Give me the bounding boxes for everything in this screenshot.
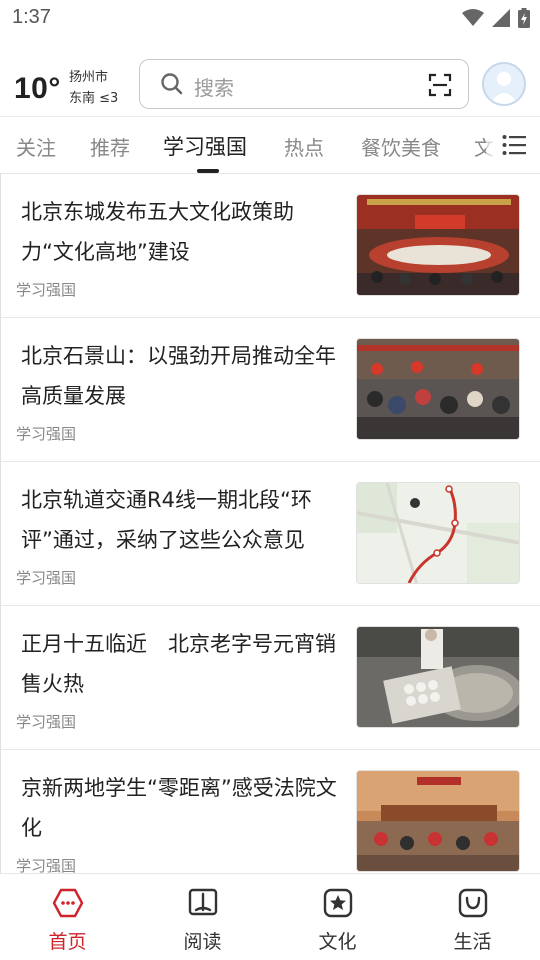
conference-hall-photo[interactable] — [356, 194, 520, 296]
search-icon — [161, 73, 183, 95]
news-source: 学习强国 — [16, 857, 77, 874]
news-item[interactable]: 北京石景山：以强劲开局推动全年高质量发展 学习强国 — [0, 318, 540, 462]
nav-culture[interactable]: 文化 — [270, 874, 405, 960]
news-title[interactable]: 北京东城发布五大文化政策助力“文化高地”建设 — [21, 192, 339, 272]
news-title[interactable]: 北京轨道交通R4线一期北段“环评”通过，采纳了这些公众意见 — [21, 480, 339, 560]
search-placeholder: 搜索 — [194, 76, 234, 100]
nav-home[interactable]: 首页 — [0, 874, 135, 960]
status-icons — [462, 8, 530, 28]
tab-tuijian[interactable]: 推荐 — [90, 132, 130, 161]
tab-redian[interactable]: 热点 — [284, 132, 324, 161]
tab-xuexiqiangguo[interactable]: 学习强国 — [163, 131, 247, 161]
tab-canyinmeishi[interactable]: 餐饮美食 — [361, 132, 441, 161]
news-item[interactable]: 正月十五临近 北京老字号元宵销售火热 学习强国 — [0, 606, 540, 750]
smile-bag-icon — [458, 888, 487, 918]
metro-map-photo[interactable] — [356, 482, 520, 584]
news-title[interactable]: 正月十五临近 北京老字号元宵销售火热 — [21, 624, 339, 704]
news-item[interactable]: 北京轨道交通R4线一期北段“环评”通过，采纳了这些公众意见 学习强国 — [0, 462, 540, 606]
news-list: 北京东城发布五大文化政策助力“文化高地”建设 学习强国 北京石景山：以强劲开局推… — [0, 174, 540, 874]
channel-tabs: 关注 推荐 学习强国 热点 餐饮美食 文 — [0, 116, 540, 174]
nav-read-label: 阅读 — [183, 931, 222, 953]
yuanxiao-making-photo[interactable] — [356, 626, 520, 728]
news-item[interactable]: 北京东城发布五大文化政策助力“文化高地”建设 学习强国 — [0, 174, 540, 318]
status-bar: 1:37 — [0, 0, 540, 38]
battery-charging-icon — [518, 8, 530, 28]
news-source: 学习强国 — [16, 281, 77, 299]
news-item[interactable]: 京新两地学生“零距离”感受法院文化 学习强国 — [0, 750, 540, 874]
nav-read[interactable]: 阅读 — [135, 874, 270, 960]
home-icon — [52, 888, 83, 918]
weather-wind: 东南 ≤3 — [69, 91, 119, 106]
news-source: 学习强国 — [16, 569, 77, 587]
avatar[interactable] — [482, 62, 526, 106]
channel-menu-button[interactable] — [486, 117, 540, 173]
status-time: 1:37 — [12, 6, 51, 28]
scan-icon[interactable] — [428, 73, 452, 97]
news-title[interactable]: 京新两地学生“零距离”感受法院文化 — [21, 768, 339, 848]
nav-life[interactable]: 生活 — [405, 874, 540, 960]
nav-culture-label: 文化 — [318, 931, 357, 953]
list-menu-icon — [502, 135, 526, 155]
news-source: 学习强国 — [16, 425, 77, 443]
book-icon — [188, 888, 217, 916]
crowd-street-photo[interactable] — [356, 338, 520, 440]
user-avatar-icon — [484, 64, 524, 104]
active-tab-indicator — [197, 169, 219, 173]
wifi-icon — [462, 9, 484, 26]
weather-temperature[interactable]: 10° — [14, 72, 61, 106]
header: 10° 扬州市 东南 ≤3 搜索 — [0, 52, 540, 116]
nav-life-label: 生活 — [453, 931, 492, 953]
star-box-icon — [323, 888, 352, 918]
news-source: 学习强国 — [16, 713, 77, 731]
search-input[interactable]: 搜索 — [139, 59, 469, 109]
weather-city[interactable]: 扬州市 — [69, 66, 108, 85]
signal-icon — [492, 9, 510, 27]
bottom-nav: 首页 阅读 文化 生活 — [0, 873, 540, 960]
news-title[interactable]: 北京石景山：以强劲开局推动全年高质量发展 — [21, 336, 339, 416]
nav-home-label: 首页 — [48, 931, 87, 953]
courtroom-photo[interactable] — [356, 770, 520, 872]
tab-guanzhu[interactable]: 关注 — [16, 132, 56, 161]
